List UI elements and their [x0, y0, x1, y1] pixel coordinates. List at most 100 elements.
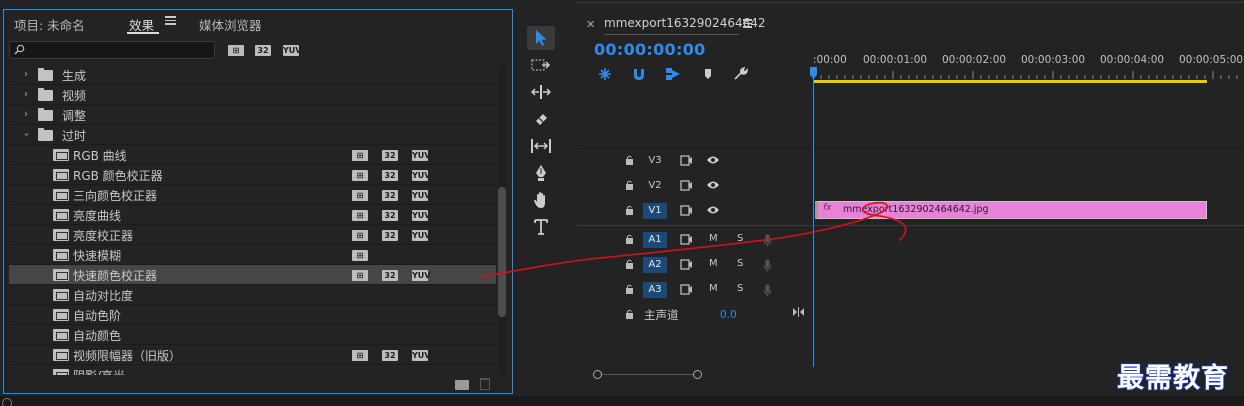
microphone-icon[interactable] — [763, 284, 772, 297]
eye-icon[interactable] — [706, 155, 720, 165]
lock-icon[interactable] — [625, 205, 634, 215]
tab-media-browser[interactable]: 媒体浏览器 — [199, 15, 262, 34]
nest-icon[interactable] — [597, 67, 613, 81]
av-divider — [577, 225, 1244, 226]
master-volume-value[interactable]: 0.0 — [720, 309, 737, 321]
sync-lock-icon[interactable] — [680, 284, 693, 295]
ruler-ticks — [813, 71, 1238, 79]
track-name[interactable]: A2 — [643, 257, 667, 273]
accelerated-filter-icon[interactable]: ⊞ — [228, 45, 244, 56]
sync-lock-icon[interactable] — [680, 259, 693, 270]
zoom-handle-left[interactable] — [593, 370, 602, 379]
scrollbar-thumb[interactable] — [498, 187, 506, 317]
effect-row[interactable]: 自动对比度 — [9, 285, 496, 305]
panel-menu-icon[interactable] — [165, 16, 176, 25]
selection-tool[interactable] — [527, 26, 555, 50]
effect-row-selected[interactable]: 快速颜色校正器 ⊞ 32 YUV — [9, 265, 496, 285]
effect-label: 亮度校正器 — [73, 229, 134, 243]
panel-tabs: 项目: 未命名 效果 媒体浏览器 — [4, 10, 512, 36]
playhead-line[interactable] — [813, 67, 814, 367]
32bit-badge: 32 — [382, 270, 398, 281]
zoom-track — [598, 374, 698, 375]
effect-row[interactable]: RGB 颜色校正器 ⊞ 32 YUV — [9, 165, 496, 185]
track-name[interactable]: A1 — [643, 232, 667, 248]
effect-row[interactable]: 阴影/高光 — [9, 365, 496, 375]
effect-row[interactable]: 快速模糊 ⊞ — [9, 245, 496, 265]
ripple-edit-tool[interactable] — [527, 80, 555, 104]
sequence-tab[interactable]: mmexport1632902464642 — [604, 16, 766, 30]
solo-button[interactable]: S — [737, 258, 743, 269]
hand-icon — [534, 192, 545, 208]
wrench-icon[interactable] — [733, 67, 749, 81]
lock-icon[interactable] — [625, 234, 634, 244]
sync-lock-icon[interactable] — [680, 234, 693, 245]
folder-row[interactable]: › 过时 — [9, 125, 496, 145]
mute-button[interactable]: M — [709, 258, 718, 269]
microphone-icon[interactable] — [763, 234, 772, 247]
microphone-icon[interactable] — [763, 259, 772, 272]
sync-lock-icon[interactable] — [680, 205, 693, 216]
add-marker-icon[interactable] — [700, 67, 716, 81]
lock-icon[interactable] — [625, 309, 634, 319]
32bit-filter-badge[interactable]: 32 — [255, 45, 271, 56]
zoom-handle-right[interactable] — [693, 370, 702, 379]
lock-icon[interactable] — [625, 155, 634, 165]
yuv-badge: YUV — [412, 270, 431, 281]
effect-row[interactable]: 亮度校正器 ⊞ 32 YUV — [9, 225, 496, 245]
yuv-filter-badge[interactable]: YUV — [283, 45, 301, 56]
type-tool[interactable] — [527, 215, 555, 239]
track-select-tool[interactable] — [527, 53, 555, 77]
time-ruler[interactable]: :00:00 00:00:01:00 00:00:02:00 00:00:03:… — [813, 49, 1244, 89]
effect-row[interactable]: 视频限幅器（旧版） ⊞ 32 YUV — [9, 345, 496, 365]
timeline-zoom-scrollbar[interactable] — [593, 369, 702, 380]
active-tab-indicator — [127, 32, 159, 34]
effect-row[interactable]: 自动颜色 — [9, 325, 496, 345]
search-input[interactable] — [28, 43, 212, 57]
new-bin-icon[interactable] — [455, 380, 469, 390]
eye-icon[interactable] — [706, 180, 720, 190]
effect-row[interactable]: 亮度曲线 ⊞ 32 YUV — [9, 205, 496, 225]
32bit-badge: 32 — [382, 190, 398, 201]
pen-tool[interactable] — [527, 161, 555, 185]
folder-row[interactable]: › 视频 — [9, 85, 496, 105]
razor-tool[interactable] — [527, 107, 555, 131]
tools-panel — [525, 24, 557, 244]
work-area-bar[interactable] — [813, 80, 1207, 83]
accelerated-icon: ⊞ — [352, 150, 368, 161]
eye-icon[interactable] — [706, 205, 720, 215]
effect-row[interactable]: RGB 曲线 ⊞ 32 YUV — [9, 145, 496, 165]
lock-icon[interactable] — [625, 284, 634, 294]
sync-lock-icon[interactable] — [680, 155, 693, 166]
track-name[interactable]: V1 — [643, 203, 667, 219]
lock-icon[interactable] — [625, 259, 634, 269]
video-clip[interactable]: fx mmexport1632902464642.jpg — [815, 201, 1207, 219]
chevron-down-icon[interactable]: › — [21, 133, 32, 137]
snap-icon[interactable] — [631, 67, 647, 81]
hand-tool[interactable] — [527, 188, 555, 212]
track-name[interactable]: V3 — [643, 153, 667, 169]
chevron-right-icon[interactable]: › — [24, 69, 28, 80]
solo-button[interactable]: S — [737, 283, 743, 294]
playhead-timecode[interactable]: 00:00:00:00 — [594, 40, 706, 59]
folder-row[interactable]: › 生成 — [9, 65, 496, 85]
tab-project[interactable]: 项目: 未命名 — [14, 15, 85, 34]
chevron-right-icon[interactable]: › — [24, 89, 28, 100]
close-icon[interactable]: ✕ — [586, 18, 595, 31]
effect-row[interactable]: 三向颜色校正器 ⊞ 32 YUV — [9, 185, 496, 205]
effect-row[interactable]: 自动色阶 — [9, 305, 496, 325]
go-to-end-icon[interactable] — [792, 307, 805, 317]
trash-icon[interactable] — [480, 378, 490, 390]
solo-button[interactable]: S — [737, 233, 743, 244]
slip-tool[interactable] — [527, 134, 555, 158]
linked-selection-icon[interactable] — [665, 67, 681, 81]
sync-lock-icon[interactable] — [680, 180, 693, 191]
track-name[interactable]: A3 — [643, 282, 667, 298]
panel-menu-icon[interactable] — [743, 19, 752, 28]
lock-icon[interactable] — [625, 180, 634, 190]
effects-search[interactable] — [9, 41, 215, 59]
mute-button[interactable]: M — [709, 233, 718, 244]
track-name[interactable]: V2 — [643, 178, 667, 194]
mute-button[interactable]: M — [709, 283, 718, 294]
folder-row[interactable]: › 调整 — [9, 105, 496, 125]
chevron-right-icon[interactable]: › — [24, 109, 28, 120]
